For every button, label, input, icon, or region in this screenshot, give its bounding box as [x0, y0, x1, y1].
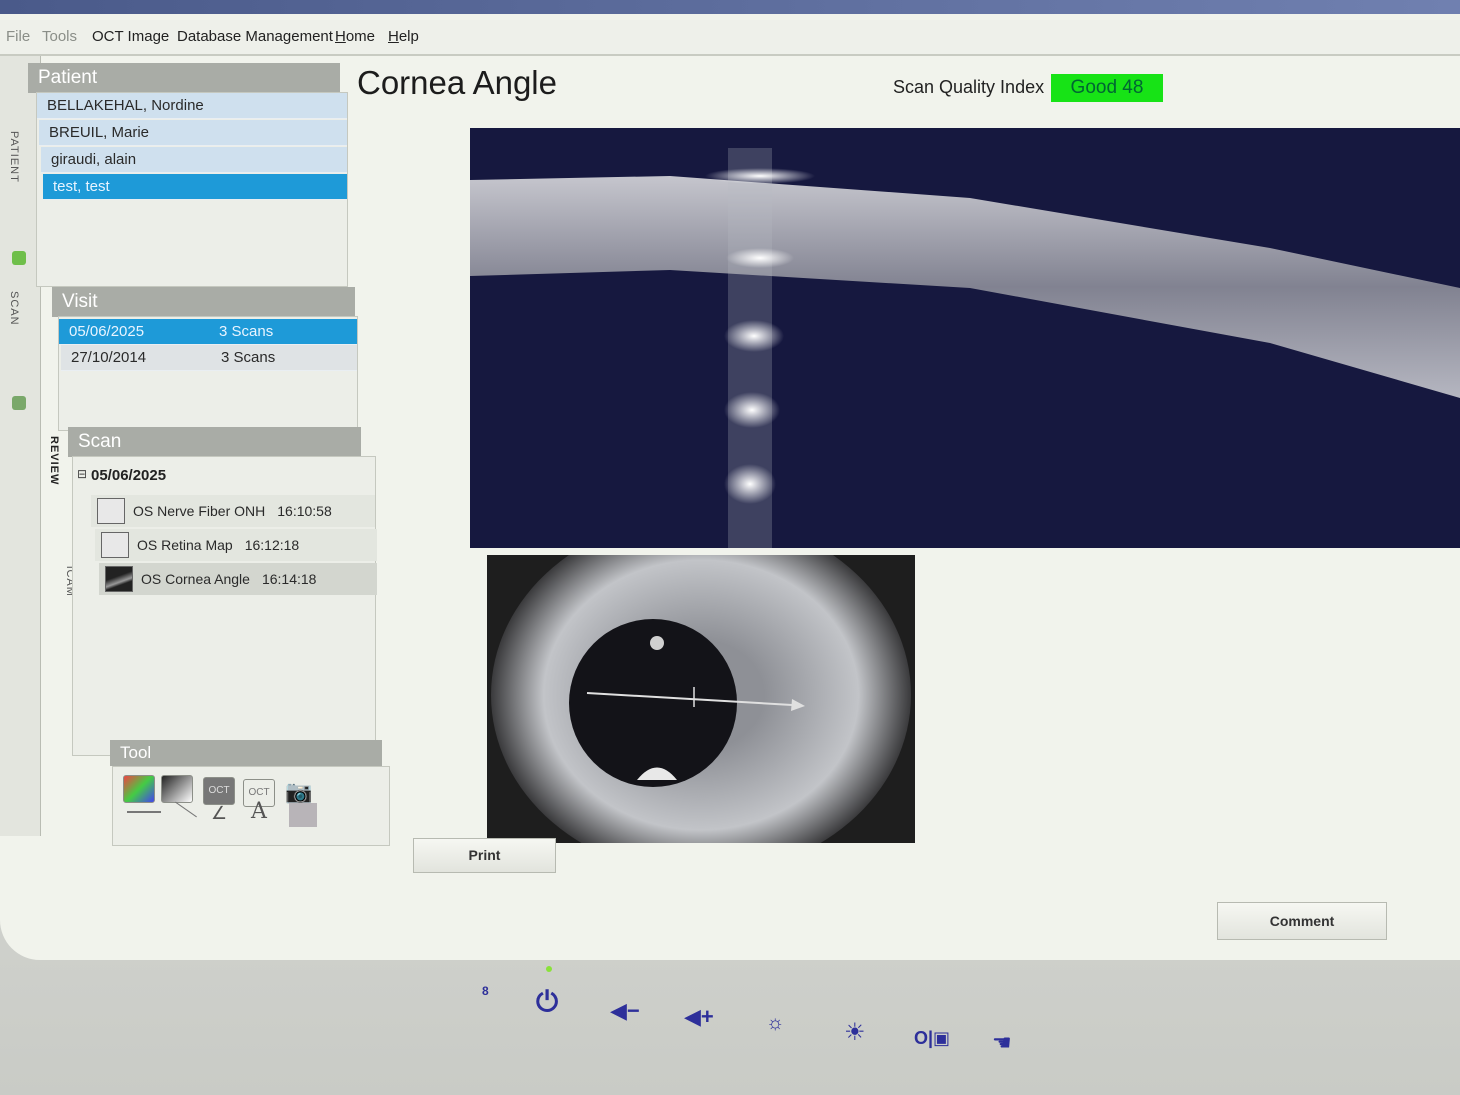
- patient-row[interactable]: giraudi, alain: [41, 147, 347, 173]
- visit-row[interactable]: 27/10/2014 3 Scans: [61, 345, 357, 371]
- application-window: File Tools OCT Image Database Management…: [0, 0, 1460, 960]
- review-tab-icon: [12, 396, 26, 410]
- scan-panel-header: Scan: [68, 427, 361, 457]
- menu-tools[interactable]: Tools: [42, 28, 77, 45]
- page-title: Cornea Angle: [357, 64, 557, 101]
- window-titlebar: [0, 0, 1460, 14]
- scan-item-time: 16:14:18: [261, 571, 317, 587]
- camera-icon[interactable]: 📷: [285, 779, 312, 805]
- color-map-icon[interactable]: [123, 775, 155, 803]
- hand-icon[interactable]: ☚: [992, 1030, 1012, 1056]
- oct-filled-button[interactable]: OCT: [203, 777, 235, 805]
- volume-down-icon[interactable]: ◀−: [610, 998, 640, 1024]
- input-switch-icon[interactable]: O|▣: [914, 1028, 950, 1049]
- scan-item[interactable]: OS Retina Map 16:12:18: [95, 529, 377, 561]
- tab-scan[interactable]: SCAN: [8, 291, 20, 326]
- scan-tab-icon: [12, 251, 26, 265]
- cornea-angle-thumbnail-icon: [105, 566, 133, 592]
- scan-item-time: 16:10:58: [277, 503, 332, 519]
- scan-item-label: OS Cornea Angle: [141, 571, 250, 587]
- scan-item-label: OS Retina Map: [137, 537, 233, 553]
- grayscale-icon[interactable]: [161, 775, 193, 803]
- scan-item-label: OS Nerve Fiber ONH: [133, 503, 266, 519]
- visit-date: 27/10/2014: [71, 349, 147, 366]
- iris-camera-image[interactable]: [487, 555, 915, 843]
- side-tab-strip: PATIENT SCAN REVIEW iCAM: [0, 56, 76, 836]
- menu-oct-image[interactable]: OCT Image: [92, 28, 169, 45]
- tool-palette: OCT OCT 📷 ∠ A: [112, 766, 390, 846]
- patient-row-selected[interactable]: test, test: [43, 174, 347, 200]
- visit-scan-count: 3 Scans: [219, 323, 274, 340]
- visit-list: 05/06/2025 3 Scans 27/10/2014 3 Scans: [58, 316, 358, 431]
- text-tool-icon[interactable]: A: [251, 799, 267, 824]
- patient-row[interactable]: BREUIL, Marie: [39, 120, 347, 146]
- power-icon[interactable]: ⏻: [536, 986, 558, 1019]
- menu-help[interactable]: Help: [388, 28, 419, 45]
- tab-patient[interactable]: PATIENT: [8, 131, 20, 183]
- patient-list: BELLAKEHAL, Nordine BREUIL, Marie giraud…: [36, 92, 348, 287]
- menu-database-management[interactable]: Database Management: [177, 28, 333, 45]
- angle-tool-icon[interactable]: ∠: [211, 803, 227, 824]
- comment-button[interactable]: Comment: [1217, 902, 1387, 940]
- visit-panel-header: Visit: [52, 287, 355, 317]
- volume-up-icon[interactable]: ◀+: [684, 1004, 714, 1030]
- power-led: [546, 966, 552, 972]
- scan-item[interactable]: OS Nerve Fiber ONH 16:10:58: [91, 495, 375, 527]
- scan-item-time: 16:12:18: [244, 537, 300, 553]
- nerve-fiber-thumbnail-icon: [97, 498, 125, 524]
- scan-item-selected[interactable]: OS Cornea Angle 16:14:18: [99, 563, 377, 595]
- patient-panel-header: Patient: [28, 63, 340, 93]
- brightness-up-icon[interactable]: ☀: [844, 1018, 866, 1047]
- brightness-down-icon[interactable]: ☼: [766, 1012, 784, 1035]
- print-button[interactable]: Print: [413, 838, 556, 873]
- collapse-icon[interactable]: ⊟: [77, 467, 87, 481]
- visit-row-selected[interactable]: 05/06/2025 3 Scans: [59, 319, 357, 345]
- tab-review[interactable]: REVIEW: [48, 436, 60, 485]
- cornea-oct-scan: [470, 128, 1460, 588]
- visit-date: 05/06/2025: [69, 323, 145, 340]
- sensor-icon: 8: [482, 984, 489, 998]
- color-swatch[interactable]: [289, 803, 317, 827]
- oct-bscan-image[interactable]: [470, 128, 1460, 588]
- menu-file[interactable]: File: [6, 28, 30, 45]
- menu-bar: File Tools OCT Image Database Management…: [0, 20, 1460, 56]
- tool-panel-header: Tool: [110, 740, 382, 766]
- scan-quality-label: Scan Quality Index: [893, 77, 1045, 97]
- line-tool-icon[interactable]: [127, 811, 161, 813]
- retina-map-thumbnail-icon: [101, 532, 129, 558]
- iris-photo: [487, 555, 915, 843]
- patient-row[interactable]: BELLAKEHAL, Nordine: [37, 93, 347, 119]
- scan-date-group[interactable]: 05/06/2025: [91, 467, 166, 484]
- diagonal-line-icon[interactable]: [175, 801, 197, 818]
- scan-list: ⊟ 05/06/2025 OS Nerve Fiber ONH 16:10:58 …: [72, 456, 377, 756]
- visit-scan-count: 3 Scans: [221, 349, 276, 366]
- scan-quality-badge: Good 48: [1051, 74, 1163, 102]
- menu-home[interactable]: Home: [335, 28, 375, 45]
